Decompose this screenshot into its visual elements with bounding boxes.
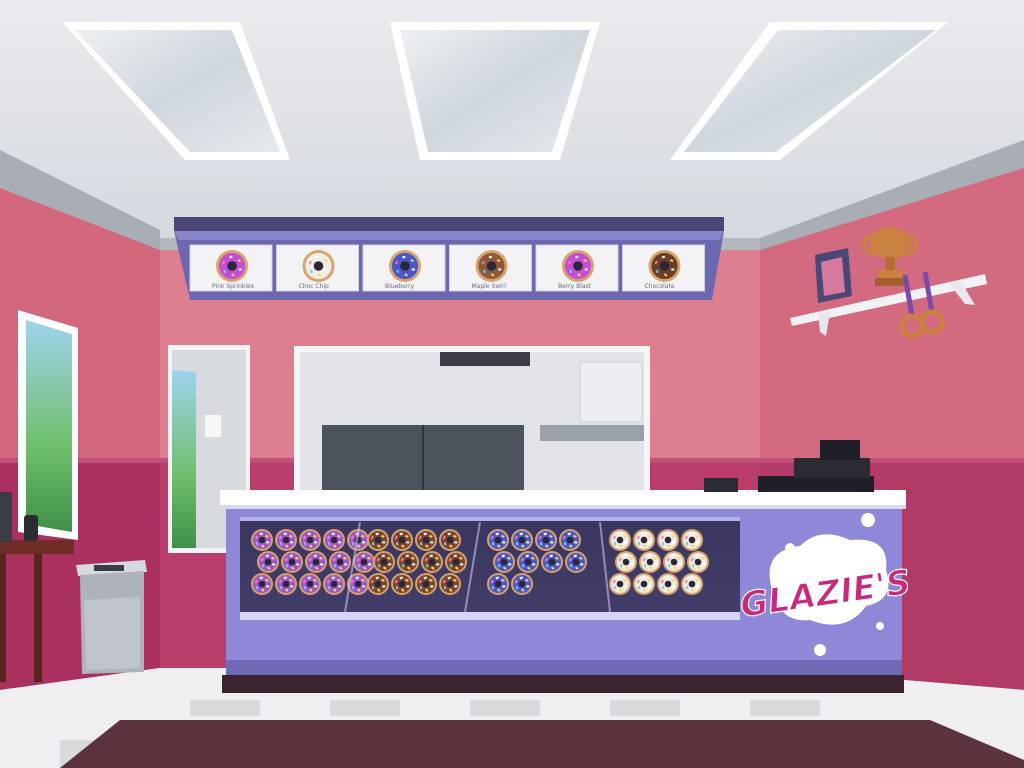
donut-maple-icon	[475, 250, 508, 282]
donut-purple-glazed	[257, 551, 279, 573]
menu-panel: Choc Chip	[276, 244, 359, 292]
donut-white-chocolate-chip	[681, 529, 703, 551]
donut-white-chocolate-chip	[657, 573, 679, 595]
menu-caption: Berry Blast	[558, 283, 592, 290]
donut-blue-glazed	[493, 551, 515, 573]
menu-panel: Chocolate	[622, 244, 705, 292]
donut-chocolate-drizzle	[397, 551, 419, 573]
donut-purple-glazed	[329, 551, 351, 573]
left-window	[18, 310, 78, 540]
donut-white-chocolate-chip	[639, 551, 661, 573]
scene-canvas: Pink Sprinkles Choc Chip Blueberry Maple Sw…	[0, 0, 1024, 768]
donut-chocolate-drizzle	[391, 573, 413, 595]
trash-can	[76, 560, 147, 674]
donut-purple-glazed	[281, 551, 303, 573]
donut-white-chocolate-chip	[633, 529, 655, 551]
menu-panel: Pink Sprinkles	[189, 244, 273, 292]
donut-blue-glazed	[559, 529, 581, 551]
donut-blue-glazed	[535, 529, 557, 551]
floor-mat	[60, 720, 1024, 768]
donut-purple-glazed	[323, 573, 345, 595]
donut-white-chocolate-chip	[663, 551, 685, 573]
donut-blue-glazed	[511, 529, 533, 551]
donut-chocolate-drizzle	[439, 529, 461, 551]
donut-blue-glazed	[511, 573, 533, 595]
donut-white-chocolate-chip	[633, 573, 655, 595]
photo-frame-icon	[815, 248, 852, 303]
menu-panel: Maple Swirl	[449, 244, 532, 292]
donut-white-chocolate-chip	[687, 551, 709, 573]
donut-chocolate-drizzle	[373, 551, 395, 573]
donut-pink-sprinkles-icon	[216, 250, 248, 282]
donut-blue-glazed	[517, 551, 539, 573]
kitchen-opening	[294, 346, 650, 497]
donut-blue-glazed	[487, 573, 509, 595]
menu-caption: Chocolate	[645, 283, 675, 290]
donut-purple-glazed	[323, 529, 345, 551]
donut-purple-glazed	[251, 573, 273, 595]
donut-blue-glazed	[541, 551, 563, 573]
donut-white-chocolate-chip	[609, 573, 631, 595]
menu-panel: Berry Blast	[535, 244, 619, 292]
menu-caption: Blueberry	[385, 283, 415, 290]
donut-purple-glazed	[299, 529, 321, 551]
donut-berry-icon	[562, 250, 594, 282]
donut-white-chocolate-chip	[681, 573, 703, 595]
donut-white-chocolate-chip	[615, 551, 637, 573]
donut-purple-glazed	[305, 551, 327, 573]
donut-chocolate-drizzle	[367, 573, 389, 595]
donut-chocolate-drizzle	[421, 551, 443, 573]
donut-purple-glazed	[299, 573, 321, 595]
menu-caption: Pink Sprinkles	[212, 283, 254, 290]
donut-white-chocolate-chip	[609, 529, 631, 551]
donut-purple-glazed	[353, 551, 375, 573]
menu-panel: Blueberry	[362, 244, 446, 292]
donut-chocolate-drizzle	[415, 529, 437, 551]
donut-chocolate-drizzle	[367, 529, 389, 551]
donut-blue-glazed	[487, 529, 509, 551]
donut-chocolate-icon	[648, 250, 681, 282]
donut-blue-glazed	[565, 551, 587, 573]
donut-white-chocolate-chip	[657, 529, 679, 551]
donut-purple-glazed	[251, 529, 273, 551]
menu-caption: Maple Swirl	[472, 283, 507, 290]
donut-blueberry-icon	[389, 250, 421, 282]
menu-caption: Choc Chip	[299, 283, 330, 290]
donut-chocolate-drizzle	[439, 573, 461, 595]
donut-chocolate-drizzle	[415, 573, 437, 595]
donut-purple-glazed	[275, 573, 297, 595]
donut-purple-glazed	[275, 529, 297, 551]
donut-chocolate-drizzle	[445, 551, 467, 573]
donut-chocolate-drizzle	[391, 529, 413, 551]
donut-shop-scene: Pink Sprinkles Choc Chip Blueberry Maple Sw…	[0, 0, 1024, 768]
donut-chocolate-chip-icon	[302, 250, 335, 282]
